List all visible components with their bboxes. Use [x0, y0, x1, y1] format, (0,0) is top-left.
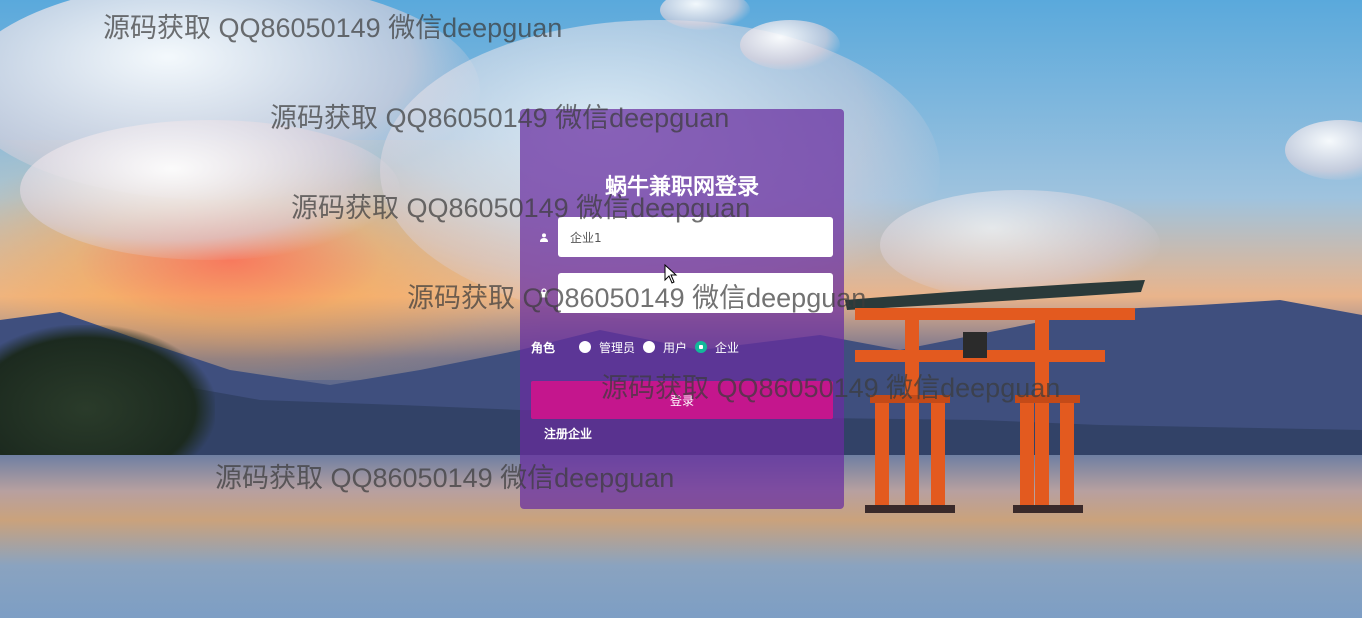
torii-gate	[845, 280, 1145, 513]
cloud	[1285, 120, 1362, 180]
role-option-label: 企业	[715, 340, 740, 355]
role-option-label: 用户	[663, 340, 688, 355]
role-option-user[interactable]: 用户	[643, 339, 687, 356]
password-input[interactable]	[558, 273, 833, 313]
lock-icon	[530, 273, 558, 313]
username-input[interactable]	[558, 217, 833, 257]
mouse-cursor-icon	[664, 264, 678, 284]
role-selector: 角色 管理员 用户 企业	[531, 337, 747, 357]
login-panel: 蜗牛兼职网登录 角色 管理员 用户 企业 登录 注册企业	[520, 109, 844, 509]
radio-button[interactable]	[643, 341, 656, 353]
tree-silhouette	[0, 325, 215, 465]
user-icon	[530, 217, 558, 257]
role-option-enterprise[interactable]: 企业	[695, 339, 739, 356]
role-option-admin[interactable]: 管理员	[579, 339, 635, 356]
login-title: 蜗牛兼职网登录	[604, 175, 759, 200]
cloud	[740, 20, 840, 70]
password-row	[530, 273, 833, 313]
radio-button[interactable]	[579, 341, 592, 353]
login-button[interactable]: 登录	[531, 381, 833, 419]
role-label: 角色	[531, 340, 556, 355]
cloud	[20, 120, 400, 260]
role-option-label: 管理员	[599, 340, 636, 355]
username-row	[530, 217, 833, 257]
radio-button-checked[interactable]	[695, 341, 708, 353]
register-enterprise-link[interactable]: 注册企业	[544, 425, 592, 442]
